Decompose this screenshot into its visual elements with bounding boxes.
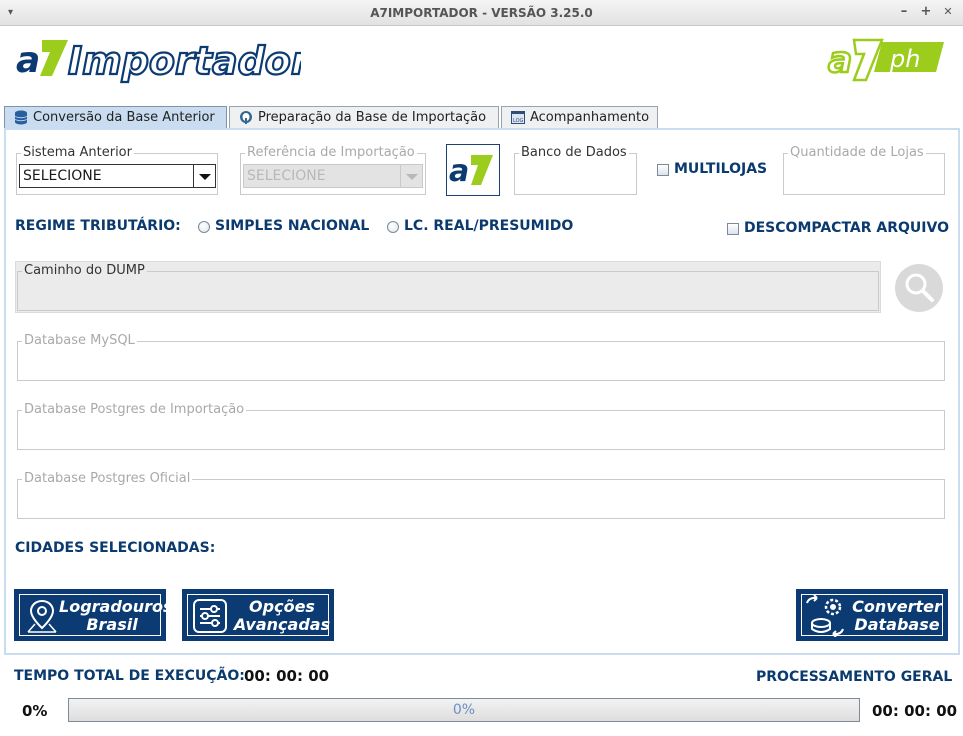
window-titlebar: ▾ A7IMPORTADOR - VERSÃO 3.25.0 – + ✕ (0, 0, 963, 26)
chevron-down-icon[interactable] (400, 165, 422, 187)
search-dump-button[interactable] (895, 264, 943, 312)
sistema-anterior-select[interactable]: SELECIONE (19, 164, 216, 188)
multilojas-label: MULTILOJAS (674, 161, 768, 177)
svg-text:LOG: LOG (513, 118, 524, 124)
log-window-icon: LOG (511, 111, 525, 124)
opcoes-line1: Opções (249, 597, 315, 616)
convert-gear-icon (806, 595, 844, 637)
converter-line2: Database (854, 615, 940, 634)
banco-dados-group: Banco de Dados (514, 145, 637, 195)
database-postgres-oficial-legend: Database Postgres Oficial (22, 471, 193, 487)
opcoes-avancadas-text: Opções Avançadas (231, 598, 333, 634)
tempo-total-label: TEMPO TOTAL DE EXECUÇÃO: (14, 668, 245, 684)
svg-text:Importador: Importador (68, 39, 301, 83)
referencia-importacao-legend: Referência de Importação (245, 145, 417, 161)
a7ph-logo: a ph (826, 36, 944, 88)
svg-text:ph: ph (889, 45, 920, 73)
tab-preparacao-label: Preparação da Base de Importação (258, 110, 487, 125)
quantidade-lojas-legend: Quantidade de Lojas (788, 145, 926, 161)
tab-preparacao[interactable]: Preparação da Base de Importação (229, 106, 499, 128)
opcoes-avancadas-button[interactable]: Opções Avançadas (182, 589, 334, 641)
window-title: A7IMPORTADOR - VERSÃO 3.25.0 (370, 6, 593, 20)
caminho-dump-legend: Caminho do DUMP (22, 263, 147, 279)
descompactar-label: DESCOMPACTAR ARQUIVO (744, 220, 949, 236)
multilojas-checkbox[interactable] (657, 164, 669, 176)
sistema-anterior-legend: Sistema Anterior (21, 145, 134, 161)
svg-text:a: a (828, 40, 852, 81)
banco-dados-legend: Banco de Dados (519, 145, 629, 161)
a7ph-logo-icon: a ph (827, 38, 944, 82)
caminho-dump-field[interactable]: Caminho do DUMP (17, 263, 879, 311)
sliders-icon (193, 599, 227, 633)
a7-icon: a (449, 154, 493, 189)
postgres-elephant-icon (240, 111, 252, 124)
tab-conversao[interactable]: Conversão da Base Anterior (4, 106, 227, 129)
database-postgres-importacao-field[interactable]: Database Postgres de Importação (17, 402, 945, 450)
conversao-panel (4, 128, 960, 655)
progress-left-percent: 0% (22, 702, 48, 720)
logradouros-brasil-text: Logradouros Brasil (59, 597, 173, 634)
descompactar-checkbox[interactable] (727, 223, 739, 235)
lc-real-presumido-label: LC. REAL/PRESUMIDO (404, 218, 574, 234)
progress-center-percent: 0% (452, 702, 476, 718)
a7-logo-icon: a Importador (16, 38, 313, 84)
a7-logo-button[interactable]: a (446, 144, 500, 196)
cidades-selecionadas-label: CIDADES SELECIONADAS: (15, 540, 216, 556)
opcoes-line2: Avançadas (233, 615, 331, 634)
tab-conversao-label: Conversão da Base Anterior (33, 110, 215, 125)
database-mysql-legend: Database MySQL (22, 333, 137, 349)
referencia-importacao-select[interactable]: SELECIONE (243, 164, 423, 188)
database-postgres-importacao-legend: Database Postgres de Importação (22, 402, 247, 418)
svg-text:a: a (449, 154, 469, 189)
tab-acompanhamento-label: Acompanhamento (530, 110, 650, 125)
importador-logo: a Importador (16, 36, 313, 84)
processamento-geral-label: PROCESSAMENTO GERAL (756, 669, 953, 685)
database-mysql-field[interactable]: Database MySQL (17, 333, 945, 381)
close-button[interactable]: ✕ (940, 4, 956, 20)
chevron-down-icon[interactable] (193, 165, 215, 187)
sistema-anterior-value: SELECIONE (23, 168, 102, 184)
converter-database-text: Converter Database (847, 598, 947, 634)
tempo-total-value: 00: 00: 00 (244, 667, 330, 685)
converter-database-button[interactable]: Converter Database (796, 589, 948, 641)
simples-nacional-label: SIMPLES NACIONAL (215, 218, 370, 234)
minimize-button[interactable]: – (896, 4, 912, 20)
quantidade-lojas-group: Quantidade de Lojas (783, 145, 945, 195)
converter-line1: Converter (852, 597, 942, 616)
referencia-importacao-value: SELECIONE (247, 168, 326, 184)
database-icon (14, 110, 28, 125)
database-postgres-oficial-field[interactable]: Database Postgres Oficial (17, 471, 945, 519)
tab-acompanhamento[interactable]: LOG Acompanhamento (501, 106, 658, 128)
progress-bar: 0% (68, 698, 860, 722)
simples-nacional-radio[interactable] (198, 221, 210, 233)
map-pin-icon (27, 599, 57, 633)
logradouros-brasil-button[interactable]: Logradouros Brasil (14, 589, 173, 641)
svg-text:a: a (16, 40, 40, 81)
lc-real-presumido-radio[interactable] (387, 221, 399, 233)
regime-tributario-label: REGIME TRIBUTÁRIO: (15, 218, 181, 234)
progress-time: 00: 00: 00 (872, 702, 958, 720)
logradouros-line1: Logradouros (59, 597, 173, 616)
maximize-button[interactable]: + (918, 4, 934, 20)
search-icon (905, 273, 934, 302)
logradouros-line2: Brasil (86, 615, 138, 634)
